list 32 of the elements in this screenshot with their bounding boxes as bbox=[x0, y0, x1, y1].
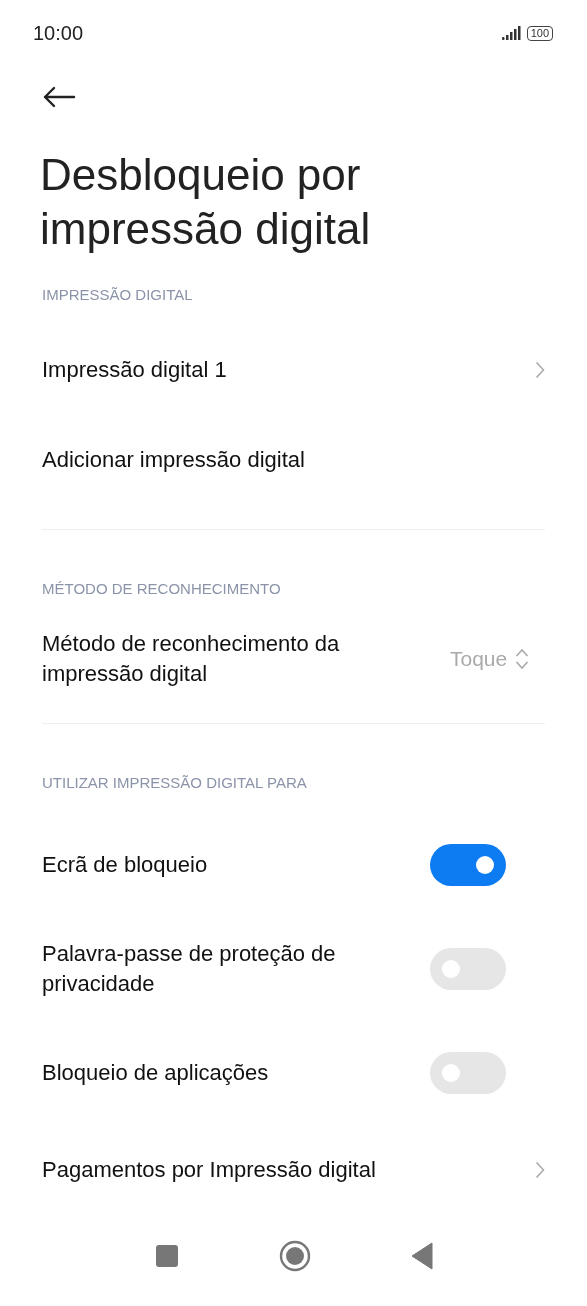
status-time: 10:00 bbox=[33, 21, 84, 45]
settings-row[interactable]: Pagamentos por Impressão digital bbox=[42, 1125, 545, 1215]
up-down-chevron-icon bbox=[515, 647, 530, 671]
recents-icon[interactable] bbox=[154, 1244, 179, 1268]
row-label: Bloqueio de aplicações bbox=[42, 1059, 270, 1087]
settings-row[interactable]: Adicionar impressão digital bbox=[42, 415, 545, 505]
settings-row[interactable]: Impressão digital 1 bbox=[42, 325, 545, 415]
selected-value: Toque bbox=[450, 647, 508, 671]
settings-row[interactable]: Palavra-passe de proteção de privacidade bbox=[42, 917, 545, 1021]
row-label: Ecrã de bloqueio bbox=[42, 851, 209, 879]
row-label: Adicionar impressão digital bbox=[42, 446, 306, 474]
chevron-right-icon bbox=[535, 361, 545, 379]
section-header: IMPRESSÃO DIGITAL bbox=[42, 286, 194, 303]
home-icon[interactable] bbox=[278, 1240, 311, 1272]
battery-icon: 100 bbox=[526, 25, 553, 41]
back-arrow-icon[interactable] bbox=[42, 86, 76, 108]
toggle-switch[interactable] bbox=[430, 1052, 506, 1094]
settings-row[interactable]: Bloqueio de aplicações bbox=[42, 1021, 545, 1125]
chevron-right-icon bbox=[535, 1161, 545, 1179]
row-label: Impressão digital 1 bbox=[42, 356, 228, 384]
toggle-switch[interactable] bbox=[430, 844, 506, 886]
section-header: MÉTODO DE RECONHECIMENTO bbox=[42, 580, 282, 597]
toggle-switch[interactable] bbox=[430, 948, 506, 990]
section-header: UTILIZAR IMPRESSÃO DIGITAL PARA bbox=[42, 774, 308, 791]
signal-icon bbox=[501, 26, 522, 40]
page-title: Desbloqueio por impressão digital bbox=[40, 149, 372, 255]
row-label: Pagamentos por Impressão digital bbox=[42, 1156, 377, 1184]
row-label: Método de reconhecimento da impressão digital bbox=[42, 630, 341, 688]
settings-row[interactable]: Método de reconhecimento da impressão digital Toque bbox=[42, 619, 545, 699]
row-label: Palavra-passe de proteção de privacidade bbox=[42, 940, 337, 998]
back-icon[interactable] bbox=[410, 1242, 433, 1270]
settings-row[interactable]: Ecrã de bloqueio bbox=[42, 813, 545, 917]
